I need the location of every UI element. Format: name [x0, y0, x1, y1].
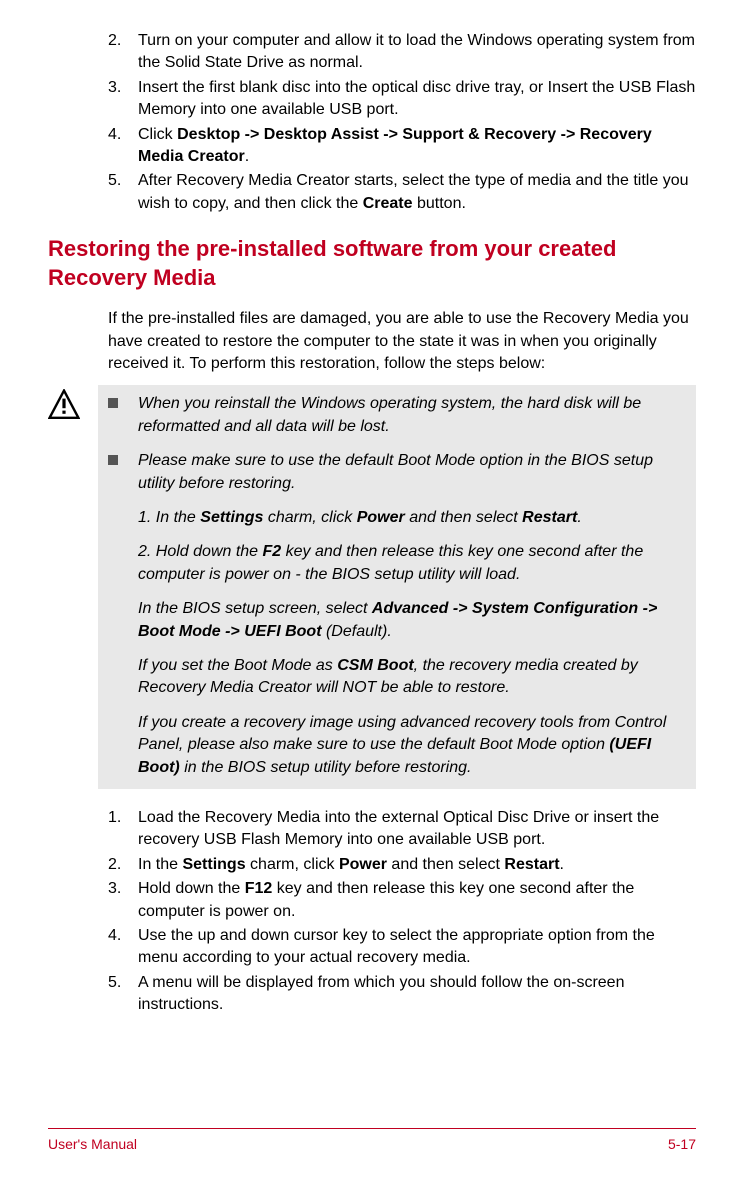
bold-text: Power	[339, 856, 387, 873]
t: and then select	[387, 856, 504, 873]
section-heading: Restoring the pre-installed software fro…	[48, 235, 696, 292]
caution-box: When you reinstall the Windows operating…	[48, 385, 696, 788]
item-number: 3.	[108, 878, 138, 923]
caution-step: 2. Hold down the F2 key and then release…	[108, 541, 686, 586]
t: (Default).	[322, 623, 392, 640]
caution-content: When you reinstall the Windows operating…	[98, 385, 696, 788]
list-item: 2. Turn on your computer and allow it to…	[108, 30, 696, 75]
list-item: 4. Click Desktop -> Desktop Assist -> Su…	[108, 124, 696, 169]
t: If you create a recovery image using adv…	[138, 714, 666, 753]
bullet-marker-icon	[108, 450, 138, 495]
item-number: 5.	[108, 170, 138, 215]
bold-text: Create	[363, 195, 413, 212]
item-number: 2.	[108, 854, 138, 876]
list-item: 5. A menu will be displayed from which y…	[108, 972, 696, 1017]
t: In the BIOS setup screen, select	[138, 600, 372, 617]
footer-left: User's Manual	[48, 1135, 137, 1155]
item-number: 5.	[108, 972, 138, 1017]
t: charm, click	[246, 856, 339, 873]
caution-bullet: When you reinstall the Windows operating…	[108, 393, 686, 438]
t: 1. In the	[138, 509, 200, 526]
item-text: Insert the first blank disc into the opt…	[138, 77, 696, 122]
caution-bullet: Please make sure to use the default Boot…	[108, 450, 686, 495]
bold-text: Desktop -> Desktop Assist -> Support & R…	[138, 126, 652, 165]
bold-text: F12	[245, 880, 273, 897]
footer-right: 5-17	[668, 1135, 696, 1155]
second-ordered-list: 1. Load the Recovery Media into the exte…	[108, 807, 696, 1017]
item-text: Use the up and down cursor key to select…	[138, 925, 696, 970]
t: Hold down the	[138, 880, 245, 897]
bold-text: Power	[357, 509, 405, 526]
intro-paragraph: If the pre-installed files are damaged, …	[108, 308, 696, 375]
item-text: After Recovery Media Creator starts, sel…	[138, 170, 696, 215]
t: .	[577, 509, 581, 526]
first-ordered-list: 2. Turn on your computer and allow it to…	[108, 30, 696, 215]
t: and then select	[405, 509, 522, 526]
t: in the BIOS setup utility before restori…	[180, 759, 472, 776]
item-number: 1.	[108, 807, 138, 852]
item-number: 3.	[108, 77, 138, 122]
page: 2. Turn on your computer and allow it to…	[0, 0, 744, 1016]
content-area: 2. Turn on your computer and allow it to…	[48, 30, 696, 1016]
bold-text: Settings	[182, 856, 245, 873]
bullet-marker-icon	[108, 393, 138, 438]
item-number: 2.	[108, 30, 138, 75]
text-prefix: Click	[138, 126, 177, 143]
caution-text: When you reinstall the Windows operating…	[138, 393, 686, 438]
text-suffix: button.	[413, 195, 466, 212]
bold-text: Restart	[504, 856, 559, 873]
caution-icon	[48, 385, 98, 788]
t: charm, click	[263, 509, 356, 526]
item-text: Turn on your computer and allow it to lo…	[138, 30, 696, 75]
caution-paragraph: If you set the Boot Mode as CSM Boot, th…	[108, 655, 686, 700]
bold-text: Restart	[522, 509, 577, 526]
t: .	[560, 856, 564, 873]
item-text: Click Desktop -> Desktop Assist -> Suppo…	[138, 124, 696, 169]
caution-paragraph: If you create a recovery image using adv…	[108, 712, 686, 779]
caution-text: Please make sure to use the default Boot…	[138, 450, 686, 495]
list-item: 4. Use the up and down cursor key to sel…	[108, 925, 696, 970]
list-item: 3. Hold down the F12 key and then releas…	[108, 878, 696, 923]
caution-paragraph: In the BIOS setup screen, select Advance…	[108, 598, 686, 643]
caution-step: 1. In the Settings charm, click Power an…	[108, 507, 686, 529]
t: If you set the Boot Mode as	[138, 657, 337, 674]
list-item: 2. In the Settings charm, click Power an…	[108, 854, 696, 876]
page-footer: User's Manual 5-17	[48, 1128, 696, 1155]
item-text: Load the Recovery Media into the externa…	[138, 807, 696, 852]
t: 2. Hold down the	[138, 543, 263, 560]
item-text: Hold down the F12 key and then release t…	[138, 878, 696, 923]
t: In the	[138, 856, 182, 873]
bold-text: CSM Boot	[337, 657, 413, 674]
bold-text: F2	[263, 543, 282, 560]
list-item: 3. Insert the first blank disc into the …	[108, 77, 696, 122]
item-number: 4.	[108, 124, 138, 169]
bold-text: Settings	[200, 509, 263, 526]
item-number: 4.	[108, 925, 138, 970]
item-text: A menu will be displayed from which you …	[138, 972, 696, 1017]
item-text: In the Settings charm, click Power and t…	[138, 854, 696, 876]
list-item: 1. Load the Recovery Media into the exte…	[108, 807, 696, 852]
text-suffix: .	[245, 148, 249, 165]
list-item: 5. After Recovery Media Creator starts, …	[108, 170, 696, 215]
